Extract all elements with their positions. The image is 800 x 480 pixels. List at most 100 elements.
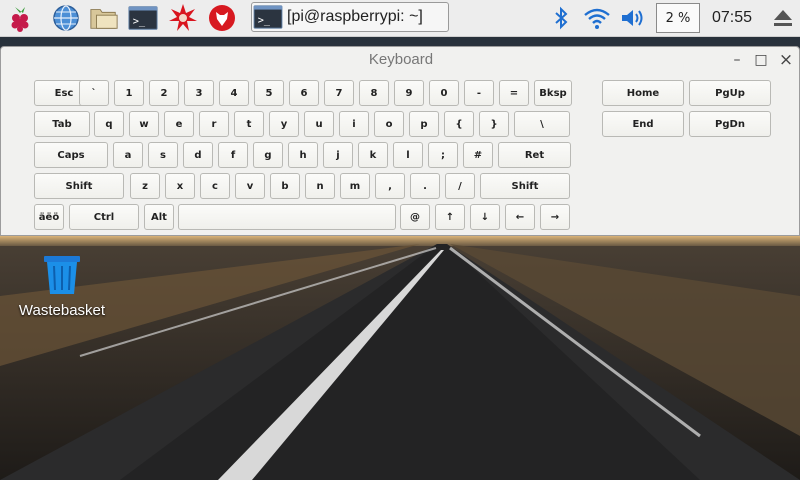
wifi-icon	[584, 8, 610, 29]
key-caps[interactable]: Caps	[34, 142, 108, 168]
key-a[interactable]: a	[113, 142, 143, 168]
key-slash[interactable]: /	[445, 173, 475, 199]
key-i[interactable]: i	[339, 111, 369, 137]
key-o[interactable]: o	[374, 111, 404, 137]
key-w[interactable]: w	[129, 111, 159, 137]
key-f[interactable]: f	[218, 142, 248, 168]
bluetooth-icon	[555, 6, 568, 30]
taskbar-window-terminal[interactable]: >_ [pi@raspberrypi: ~]	[251, 2, 449, 32]
key-e[interactable]: e	[164, 111, 194, 137]
key-9[interactable]: 9	[394, 80, 424, 106]
key-8[interactable]: 8	[359, 80, 389, 106]
keyboard-titlebar[interactable]: Keyboard – □ ×	[1, 47, 799, 73]
key-tab[interactable]: Tab	[34, 111, 90, 137]
key-end[interactable]: End	[602, 111, 684, 137]
key-k[interactable]: k	[358, 142, 388, 168]
key-lbrace[interactable]: {	[444, 111, 474, 137]
file-manager-button[interactable]	[89, 3, 119, 33]
clock[interactable]: 07:55	[712, 0, 752, 36]
key-2[interactable]: 2	[149, 80, 179, 106]
key-0[interactable]: 0	[429, 80, 459, 106]
key-d[interactable]: d	[183, 142, 213, 168]
key-backtick[interactable]: `	[79, 80, 109, 106]
close-button[interactable]: ×	[776, 49, 796, 71]
mathematica-button[interactable]	[168, 3, 198, 33]
key-rbrace[interactable]: }	[479, 111, 509, 137]
key-g[interactable]: g	[253, 142, 283, 168]
taskbar: >_ >_ [pi@raspberrypi: ~] 2 % 07:55	[0, 0, 800, 37]
bluetooth-button[interactable]	[546, 3, 576, 33]
key-b[interactable]: b	[270, 173, 300, 199]
key-pgup[interactable]: PgUp	[689, 80, 771, 106]
volume-icon	[622, 10, 643, 26]
window-title: Keyboard	[368, 51, 434, 68]
key-u[interactable]: u	[304, 111, 334, 137]
eject-button[interactable]	[768, 3, 798, 33]
key-m[interactable]: m	[340, 173, 370, 199]
trash-icon	[44, 256, 80, 294]
key-hash[interactable]: #	[463, 142, 493, 168]
key-l[interactable]: l	[393, 142, 423, 168]
key-3[interactable]: 3	[184, 80, 214, 106]
terminal-icon: >_	[253, 5, 283, 29]
key-5[interactable]: 5	[254, 80, 284, 106]
key-accents[interactable]: äëö	[34, 204, 64, 230]
key-bksp[interactable]: Bksp	[534, 80, 572, 106]
key-1[interactable]: 1	[114, 80, 144, 106]
wolfram-button[interactable]	[207, 3, 237, 33]
key-h[interactable]: h	[288, 142, 318, 168]
key-equals[interactable]: =	[499, 80, 529, 106]
key-up[interactable]: ↑	[435, 204, 465, 230]
mathematica-icon	[169, 4, 197, 31]
key-home[interactable]: Home	[602, 80, 684, 106]
taskbar-window-label: [pi@raspberrypi: ~]	[287, 8, 423, 25]
key-n[interactable]: n	[305, 173, 335, 199]
key-q[interactable]: q	[94, 111, 124, 137]
desktop-icon-wastebasket[interactable]: Wastebasket	[12, 252, 112, 319]
svg-text:>_: >_	[133, 16, 146, 28]
key-right[interactable]: →	[540, 204, 570, 230]
wifi-button[interactable]	[582, 3, 612, 33]
key-z[interactable]: z	[130, 173, 160, 199]
key-s[interactable]: s	[148, 142, 178, 168]
volume-button[interactable]	[618, 3, 648, 33]
key-pgdn[interactable]: PgDn	[689, 111, 771, 137]
key-shift-left[interactable]: Shift	[34, 173, 124, 199]
key-x[interactable]: x	[165, 173, 195, 199]
cpu-monitor[interactable]: 2 %	[656, 3, 700, 33]
key-v[interactable]: v	[235, 173, 265, 199]
key-7[interactable]: 7	[324, 80, 354, 106]
key-ret[interactable]: Ret	[498, 142, 571, 168]
raspberry-menu-button[interactable]	[5, 3, 35, 33]
desktop-icon-label: Wastebasket	[18, 302, 106, 319]
key-p[interactable]: p	[409, 111, 439, 137]
key-alt[interactable]: Alt	[144, 204, 174, 230]
key-shift-right[interactable]: Shift	[480, 173, 570, 199]
key-at[interactable]: @	[400, 204, 430, 230]
key-semicolon[interactable]: ;	[428, 142, 458, 168]
key-down[interactable]: ↓	[470, 204, 500, 230]
key-ctrl[interactable]: Ctrl	[69, 204, 139, 230]
keyboard-window: Keyboard – □ × Esc ` 1 2 3 4 5 6 7 8 9 0- = Bksp Tab q w…	[0, 46, 800, 236]
web-browser-icon	[53, 5, 79, 31]
key-4[interactable]: 4	[219, 80, 249, 106]
key-backslash[interactable]: \	[514, 111, 570, 137]
raspberry-menu-icon	[11, 7, 29, 32]
minimize-button[interactable]: –	[727, 49, 747, 71]
terminal-button[interactable]: >_	[128, 3, 158, 33]
terminal-icon: >_	[128, 6, 158, 30]
key-period[interactable]: .	[410, 173, 440, 199]
maximize-button[interactable]: □	[751, 49, 771, 71]
key-r[interactable]: r	[199, 111, 229, 137]
key-t[interactable]: t	[234, 111, 264, 137]
key-space[interactable]	[178, 204, 396, 230]
key-j[interactable]: j	[323, 142, 353, 168]
key-6[interactable]: 6	[289, 80, 319, 106]
key-comma[interactable]: ,	[375, 173, 405, 199]
key-minus[interactable]: -	[464, 80, 494, 106]
key-c[interactable]: c	[200, 173, 230, 199]
key-y[interactable]: y	[269, 111, 299, 137]
file-manager-icon	[90, 9, 118, 29]
web-browser-button[interactable]	[51, 3, 81, 33]
key-left[interactable]: ←	[505, 204, 535, 230]
